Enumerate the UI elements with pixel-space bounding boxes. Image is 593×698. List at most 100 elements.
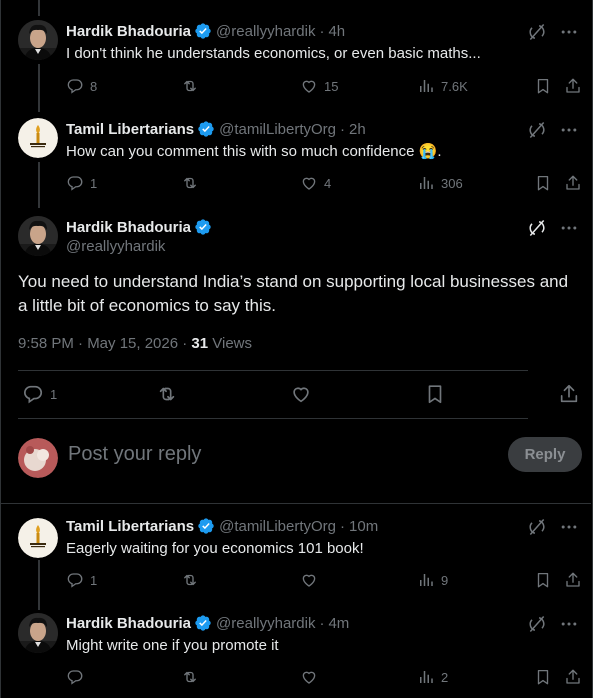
more-icon[interactable] <box>559 218 579 238</box>
heart-icon <box>300 571 318 589</box>
reply-button[interactable]: 1 <box>66 571 97 589</box>
bookmark-icon <box>534 668 552 686</box>
views-button[interactable]: 306 <box>417 174 463 192</box>
more-icon[interactable] <box>559 120 579 140</box>
retweet-icon <box>181 174 199 192</box>
reply-icon <box>66 668 84 686</box>
views-label: Views <box>208 335 253 352</box>
author-handle[interactable]: @tamilLibertyOrg <box>219 518 336 535</box>
reply-button[interactable] <box>66 668 84 686</box>
reply-tweet-1[interactable]: Tamil Libertarians @tamilLibertyOrg · 10… <box>0 503 593 603</box>
author-handle[interactable]: @reallyyhardik <box>216 615 315 632</box>
author-name[interactable]: Tamil Libertarians <box>66 518 194 535</box>
reply-input[interactable]: Post your reply <box>68 443 201 466</box>
avatar[interactable] <box>18 518 58 558</box>
tweet-text: Eagerly waiting for you economics 101 bo… <box>66 540 364 557</box>
retweet-button[interactable] <box>181 571 199 589</box>
reply-button[interactable]: 1 <box>22 383 57 405</box>
grok-icon[interactable] <box>527 614 547 634</box>
avatar[interactable] <box>18 20 58 60</box>
views-icon <box>417 77 435 95</box>
more-icon[interactable] <box>559 22 579 42</box>
retweet-icon <box>181 571 199 589</box>
retweet-button[interactable] <box>181 174 199 192</box>
divider <box>18 370 528 371</box>
more-icon[interactable] <box>559 517 579 537</box>
grok-icon[interactable] <box>527 517 547 537</box>
dot-separator: · <box>340 517 346 535</box>
heart-icon <box>300 77 318 95</box>
author-name[interactable]: Tamil Libertarians <box>66 121 194 138</box>
avatar[interactable] <box>18 613 58 653</box>
reply-button[interactable]: 8 <box>66 77 97 95</box>
share-icon <box>564 668 582 686</box>
like-button[interactable] <box>290 383 312 405</box>
share-icon <box>564 77 582 95</box>
views-icon <box>417 571 435 589</box>
main-timestamp[interactable]: 9:58 PM · May 15, 2026 · <box>18 335 191 352</box>
reply-button[interactable]: 1 <box>66 174 97 192</box>
verified-badge-icon <box>197 120 215 138</box>
bookmark-button[interactable] <box>534 77 552 95</box>
timestamp[interactable]: 4m <box>328 615 349 632</box>
timestamp[interactable]: 2h <box>349 121 366 138</box>
grok-icon[interactable] <box>527 120 547 140</box>
share-button[interactable] <box>558 383 580 405</box>
retweet-button[interactable] <box>181 668 199 686</box>
verified-badge-icon <box>194 22 212 40</box>
share-button[interactable] <box>564 77 582 95</box>
views-button[interactable]: 2 <box>417 668 448 686</box>
tweet-text: Might write one if you promote it <box>66 637 279 654</box>
more-icon[interactable] <box>559 614 579 634</box>
like-button[interactable] <box>300 571 318 589</box>
author-name[interactable]: Hardik Bhadouria <box>66 219 191 236</box>
author-handle[interactable]: @reallyyhardik <box>66 238 165 255</box>
my-avatar[interactable] <box>18 438 58 478</box>
grok-icon[interactable] <box>527 22 547 42</box>
author-handle[interactable]: @reallyyhardik <box>216 23 315 40</box>
timestamp[interactable]: 4h <box>328 23 345 40</box>
share-button[interactable] <box>564 668 582 686</box>
avatar[interactable] <box>18 118 58 158</box>
views-button[interactable]: 9 <box>417 571 448 589</box>
tweet-text: How can you comment this with so much co… <box>66 143 442 160</box>
bookmark-button[interactable] <box>534 571 552 589</box>
heart-icon <box>300 668 318 686</box>
reply-submit-button[interactable]: Reply <box>508 437 582 472</box>
bookmark-button[interactable] <box>534 668 552 686</box>
like-button[interactable]: 4 <box>300 174 331 192</box>
avatar[interactable] <box>18 216 58 256</box>
retweet-icon <box>181 77 199 95</box>
views-button[interactable]: 7.6K <box>417 77 468 95</box>
timestamp[interactable]: 10m <box>349 518 378 535</box>
retweet-icon <box>181 668 199 686</box>
like-count: 15 <box>324 78 339 94</box>
like-button[interactable] <box>300 668 318 686</box>
share-icon <box>564 571 582 589</box>
share-icon <box>564 174 582 192</box>
dot-separator: · <box>319 22 325 40</box>
share-button[interactable] <box>564 571 582 589</box>
author-name[interactable]: Hardik Bhadouria <box>66 23 191 40</box>
share-button[interactable] <box>564 174 582 192</box>
retweet-icon <box>156 383 178 405</box>
like-button[interactable]: 15 <box>300 77 338 95</box>
heart-icon <box>300 174 318 192</box>
author-handle[interactable]: @tamilLibertyOrg <box>219 121 336 138</box>
reply-count: 1 <box>50 386 58 402</box>
grok-icon[interactable] <box>527 218 547 238</box>
bookmark-button[interactable] <box>534 174 552 192</box>
retweet-button[interactable] <box>181 77 199 95</box>
tweet-text: I don't think he understands economics, … <box>66 45 481 62</box>
tweet-1[interactable]: Hardik Bhadouria @reallyyhardik · 4h I d… <box>0 0 593 110</box>
retweet-button[interactable] <box>156 383 178 405</box>
bookmark-icon <box>534 571 552 589</box>
bookmark-button[interactable] <box>424 383 446 405</box>
verified-badge-icon <box>194 614 212 632</box>
bookmark-icon <box>534 77 552 95</box>
author-name[interactable]: Hardik Bhadouria <box>66 615 191 632</box>
reply-count: 1 <box>90 175 98 191</box>
views-count: 306 <box>441 175 463 191</box>
tweet-2[interactable]: Tamil Libertarians @tamilLibertyOrg · 2h… <box>0 110 593 208</box>
reply-tweet-2[interactable]: Hardik Bhadouria @reallyyhardik · 4m Mig… <box>0 603 593 698</box>
